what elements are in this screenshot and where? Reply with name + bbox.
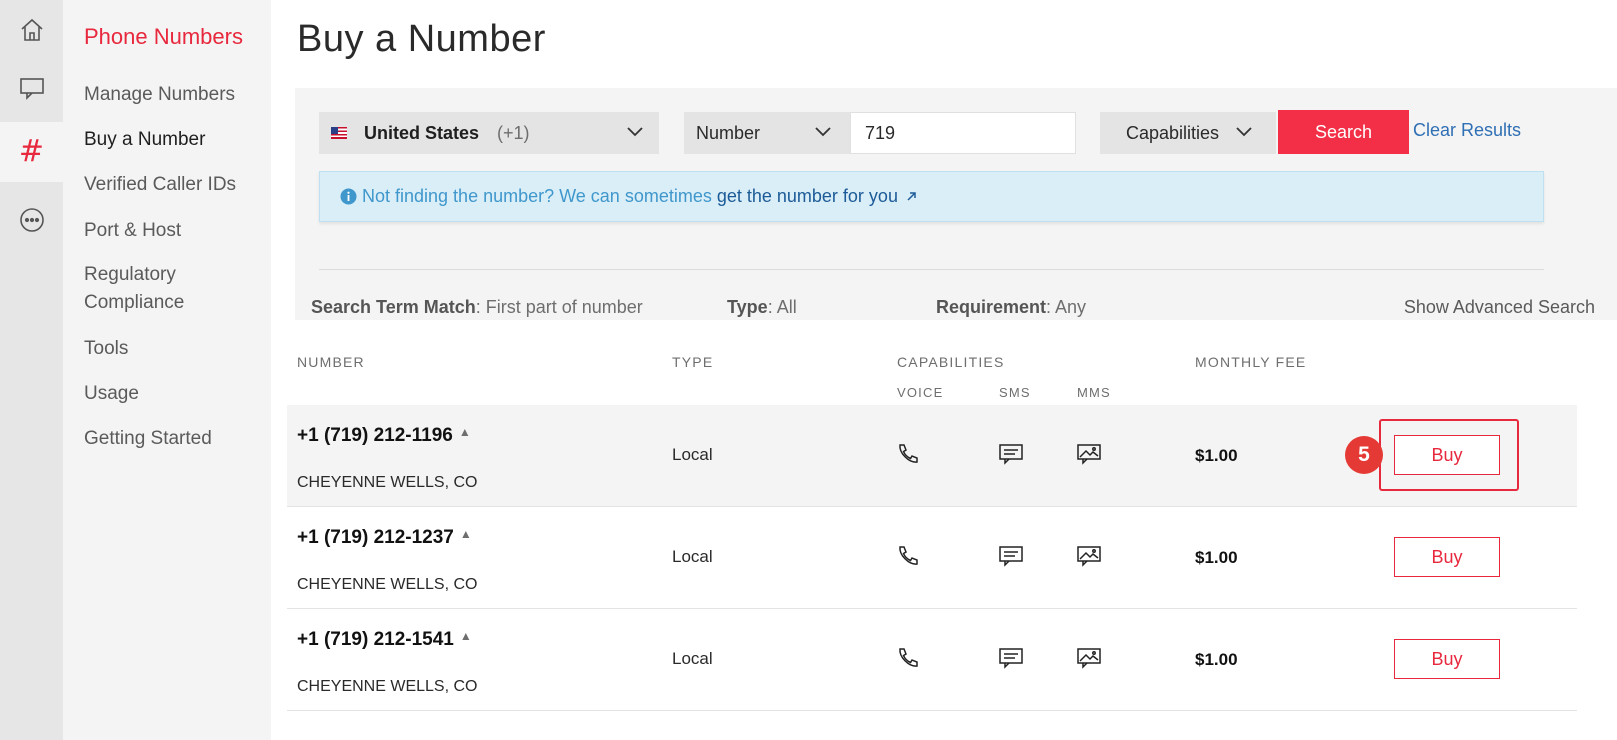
country-select[interactable]: United States (+1) xyxy=(319,112,659,154)
number-type: Local xyxy=(672,649,713,668)
sidebar-item-getting-started[interactable]: Getting Started xyxy=(84,425,269,453)
header-monthly-fee: MONTHLY FEE xyxy=(1195,354,1307,370)
location: CHEYENNE WELLS, CO xyxy=(297,474,478,491)
sidebar-item-buy-a-number[interactable]: Buy a Number xyxy=(84,126,269,154)
sidebar-item-tools[interactable]: Tools xyxy=(84,335,269,363)
criteria-term-label: Search Term Match xyxy=(311,297,476,317)
info-banner: Not finding the number? We can sometimes… xyxy=(319,171,1544,222)
monthly-fee: $1.00 xyxy=(1195,548,1238,567)
chat-icon xyxy=(19,78,44,100)
rail-more[interactable] xyxy=(0,190,63,250)
table-row: +1 (719) 212-1541 ▲ CHEYENNE WELLS, CO Lo… xyxy=(287,609,1577,711)
phone-number-text: +1 (719) 212-1196 xyxy=(297,425,453,446)
divider xyxy=(319,269,1544,270)
triangle-up-icon: ▲ xyxy=(459,527,472,541)
search-input[interactable] xyxy=(850,112,1076,154)
header-voice: VOICE xyxy=(897,385,944,400)
rail-messaging[interactable] xyxy=(0,58,63,118)
sidebar-item-usage[interactable]: Usage xyxy=(84,380,269,408)
home-icon xyxy=(20,18,43,41)
external-link-icon xyxy=(907,192,916,201)
mms-icon xyxy=(1077,444,1101,465)
icon-rail: # xyxy=(0,0,63,740)
buy-button[interactable]: Buy xyxy=(1394,537,1500,577)
step-badge: 5 xyxy=(1345,436,1383,474)
rail-phone-numbers[interactable]: # xyxy=(0,122,63,182)
page-title: Buy a Number xyxy=(297,18,546,60)
sms-icon xyxy=(999,444,1023,465)
criteria-type: Type: All xyxy=(727,297,797,318)
triangle-up-icon: ▲ xyxy=(459,629,472,643)
criteria-requirement: Requirement: Any xyxy=(936,297,1086,318)
chevron-down-icon xyxy=(815,127,831,137)
match-type-select[interactable]: Number xyxy=(684,112,850,154)
monthly-fee: $1.00 xyxy=(1195,446,1238,465)
phone-number-text: +1 (719) 212-1541 xyxy=(297,629,454,650)
search-button[interactable]: Search xyxy=(1278,110,1409,154)
sidebar-item-verified-caller-ids[interactable]: Verified Caller IDs xyxy=(84,171,269,199)
phone-number: +1 (719) 212-1541 ▲ xyxy=(297,629,472,651)
match-type-value: Number xyxy=(696,122,761,143)
sidebar: Phone Numbers Manage Numbers Buy a Numbe… xyxy=(63,0,271,740)
phone-number: +1 (719) 212-1237 ▲ xyxy=(297,527,472,549)
criteria-req-label: Requirement xyxy=(936,297,1047,317)
main-content: Buy a Number United States (+1) Number C… xyxy=(271,0,1617,740)
chevron-down-icon xyxy=(627,127,643,137)
get-number-link[interactable]: get the number for you xyxy=(717,186,898,207)
country-name: United States xyxy=(364,122,480,143)
criteria-type-value: : All xyxy=(767,297,797,317)
criteria-req-value: : Any xyxy=(1046,297,1087,317)
header-sms: SMS xyxy=(999,385,1031,400)
country-code: (+1) xyxy=(497,122,530,143)
sms-icon xyxy=(999,546,1023,567)
more-icon xyxy=(19,208,44,232)
hash-icon: # xyxy=(18,134,45,169)
triangle-up-icon: ▲ xyxy=(458,425,471,439)
chevron-down-icon xyxy=(1236,127,1252,137)
rail-home[interactable] xyxy=(0,0,63,60)
table-row: +1 (719) 212-1237 ▲ CHEYENNE WELLS, CO Lo… xyxy=(287,507,1577,609)
mms-icon xyxy=(1077,546,1101,567)
clear-results-link[interactable]: Clear Results xyxy=(1413,120,1521,141)
criteria-term: Search Term Match: First part of number xyxy=(311,297,643,318)
header-mms: MMS xyxy=(1077,385,1111,400)
phone-icon xyxy=(899,444,918,463)
sms-icon xyxy=(999,648,1023,669)
us-flag-icon xyxy=(331,127,347,139)
criteria-term-value: : First part of number xyxy=(475,297,643,317)
location: CHEYENNE WELLS, CO xyxy=(297,678,478,695)
monthly-fee: $1.00 xyxy=(1195,650,1238,669)
number-type: Local xyxy=(672,445,713,464)
capabilities-label: Capabilities xyxy=(1126,122,1220,143)
phone-icon xyxy=(899,546,918,565)
phone-icon xyxy=(899,648,918,667)
mms-icon xyxy=(1077,648,1101,669)
buy-button[interactable]: Buy xyxy=(1394,639,1500,679)
location: CHEYENNE WELLS, CO xyxy=(297,576,478,593)
show-advanced-search-link[interactable]: Show Advanced Search xyxy=(1404,297,1595,318)
capabilities-select[interactable]: Capabilities xyxy=(1100,112,1276,154)
header-number: NUMBER xyxy=(297,354,365,370)
criteria-type-label: Type xyxy=(727,297,768,317)
phone-number: +1 (719) 212-1196 ▲ xyxy=(297,425,471,447)
sidebar-item-port-host[interactable]: Port & Host xyxy=(84,217,269,245)
banner-text: Not finding the number? We can sometimes xyxy=(362,186,712,206)
search-panel: United States (+1) Number Capabilities S… xyxy=(295,88,1617,320)
info-icon xyxy=(340,188,357,205)
sidebar-item-regulatory-compliance[interactable]: Regulatory Compliance xyxy=(84,261,224,317)
header-capabilities: CAPABILITIES xyxy=(897,354,1005,370)
callout-highlight xyxy=(1379,419,1519,491)
number-type: Local xyxy=(672,547,713,566)
sidebar-item-manage-numbers[interactable]: Manage Numbers xyxy=(84,81,269,109)
header-type: TYPE xyxy=(672,354,714,370)
sidebar-title: Phone Numbers xyxy=(84,24,243,49)
phone-number-text: +1 (719) 212-1237 xyxy=(297,527,454,548)
